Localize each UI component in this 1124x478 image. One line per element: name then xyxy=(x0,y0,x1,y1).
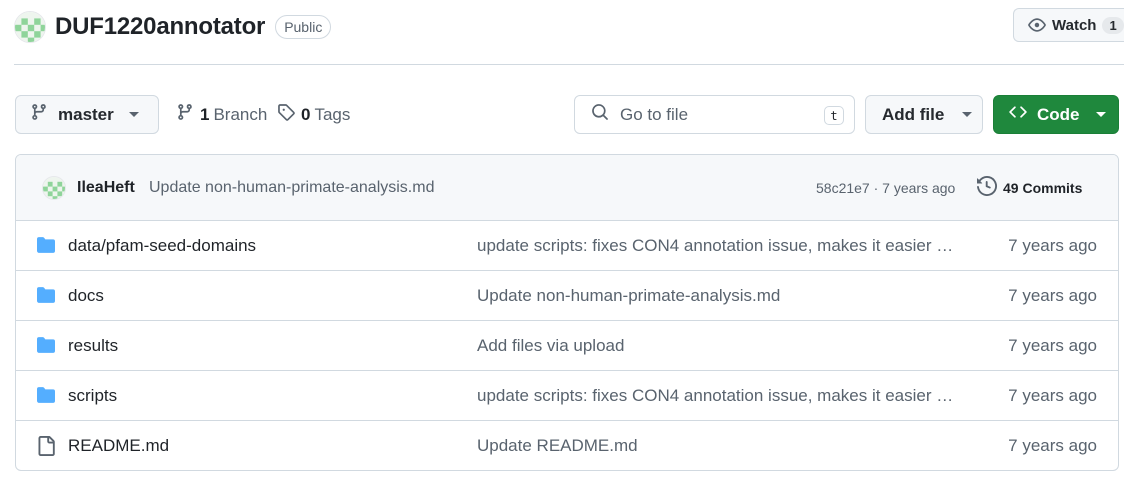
commit-author[interactable]: IleaHeft xyxy=(77,179,135,197)
folder-icon xyxy=(36,386,56,409)
folder-icon xyxy=(36,336,56,359)
file-commit-message[interactable]: Update non-human-primate-analysis.md xyxy=(477,286,955,306)
search-placeholder: Go to file xyxy=(620,104,689,124)
chevron-down-icon xyxy=(962,112,973,117)
branch-name: master xyxy=(58,104,114,124)
git-branch-icon xyxy=(176,103,194,126)
code-icon xyxy=(1008,103,1028,126)
commit-message[interactable]: Update non-human-primate-analysis.md xyxy=(149,179,434,197)
file-age: 7 years ago xyxy=(1008,385,1097,405)
file-icon xyxy=(36,436,56,461)
file-name[interactable]: results xyxy=(68,336,118,356)
file-commit-message[interactable]: Add files via upload xyxy=(477,336,955,356)
folder-icon xyxy=(36,286,56,309)
file-age: 7 years ago xyxy=(1008,335,1097,355)
branch-select-button[interactable]: master xyxy=(15,95,159,134)
watch-button[interactable]: Watch 1 xyxy=(1013,8,1124,42)
file-row[interactable]: data/pfam-seed-domains update scripts: f… xyxy=(16,221,1118,271)
file-name[interactable]: data/pfam-seed-domains xyxy=(68,236,256,256)
file-row[interactable]: README.md Update README.md 7 years ago xyxy=(16,421,1118,470)
commit-author-avatar[interactable] xyxy=(42,176,66,200)
code-label: Code xyxy=(1037,104,1080,124)
file-age: 7 years ago xyxy=(1008,436,1097,455)
header-divider xyxy=(14,64,1124,65)
file-name[interactable]: scripts xyxy=(68,386,117,406)
go-to-file-input[interactable]: Go to file t xyxy=(574,95,855,134)
latest-commit-bar: IleaHeft Update non-human-primate-analys… xyxy=(16,155,1118,221)
eye-icon xyxy=(1028,16,1046,34)
file-name[interactable]: docs xyxy=(68,286,104,306)
file-age: 7 years ago xyxy=(1008,235,1097,255)
chevron-down-icon xyxy=(1095,112,1106,117)
watch-count: 1 xyxy=(1102,16,1124,34)
tags-label: Tags xyxy=(314,104,351,124)
repo-name[interactable]: DUF1220annotator xyxy=(55,13,265,41)
git-branch-icon xyxy=(30,103,48,126)
add-file-button[interactable]: Add file xyxy=(865,95,983,134)
folder-icon xyxy=(36,236,56,259)
file-row[interactable]: results Add files via upload 7 years ago xyxy=(16,321,1118,371)
file-row[interactable]: docs Update non-human-primate-analysis.m… xyxy=(16,271,1118,321)
branches-count: 1 xyxy=(200,104,210,124)
file-toolbar: master 1 Branch 0 Tags Go to file t Add … xyxy=(15,95,1119,134)
file-commit-message[interactable]: update scripts: fixes CON4 annotation is… xyxy=(477,236,955,256)
file-listing: IleaHeft Update non-human-primate-analys… xyxy=(15,154,1119,471)
branches-link[interactable]: 1 Branch xyxy=(176,95,267,134)
tags-count: 0 xyxy=(301,104,311,124)
add-file-label: Add file xyxy=(882,104,945,124)
commits-count-label: 49 Commits xyxy=(1003,179,1083,196)
tag-icon xyxy=(277,103,295,126)
repo-header: DUF1220annotator Public xyxy=(14,8,332,46)
chevron-down-icon xyxy=(128,112,139,117)
branches-label: Branch xyxy=(213,104,268,124)
commit-sha-time[interactable]: 58c21e7 · 7 years ago xyxy=(816,180,955,196)
commits-link[interactable]: 49 Commits xyxy=(977,175,1083,199)
keyboard-shortcut-hint: t xyxy=(824,106,844,125)
file-name[interactable]: README.md xyxy=(68,436,169,456)
history-icon xyxy=(977,175,998,199)
repo-owner-avatar[interactable] xyxy=(14,11,46,43)
file-age: 7 years ago xyxy=(1008,285,1097,305)
file-commit-message[interactable]: Update README.md xyxy=(477,436,955,456)
search-icon xyxy=(591,103,609,126)
file-row[interactable]: scripts update scripts: fixes CON4 annot… xyxy=(16,371,1118,421)
tags-link[interactable]: 0 Tags xyxy=(277,95,350,134)
visibility-badge: Public xyxy=(275,15,332,39)
file-commit-message[interactable]: update scripts: fixes CON4 annotation is… xyxy=(477,386,955,406)
code-button[interactable]: Code xyxy=(993,95,1119,134)
watch-label: Watch xyxy=(1052,16,1097,34)
